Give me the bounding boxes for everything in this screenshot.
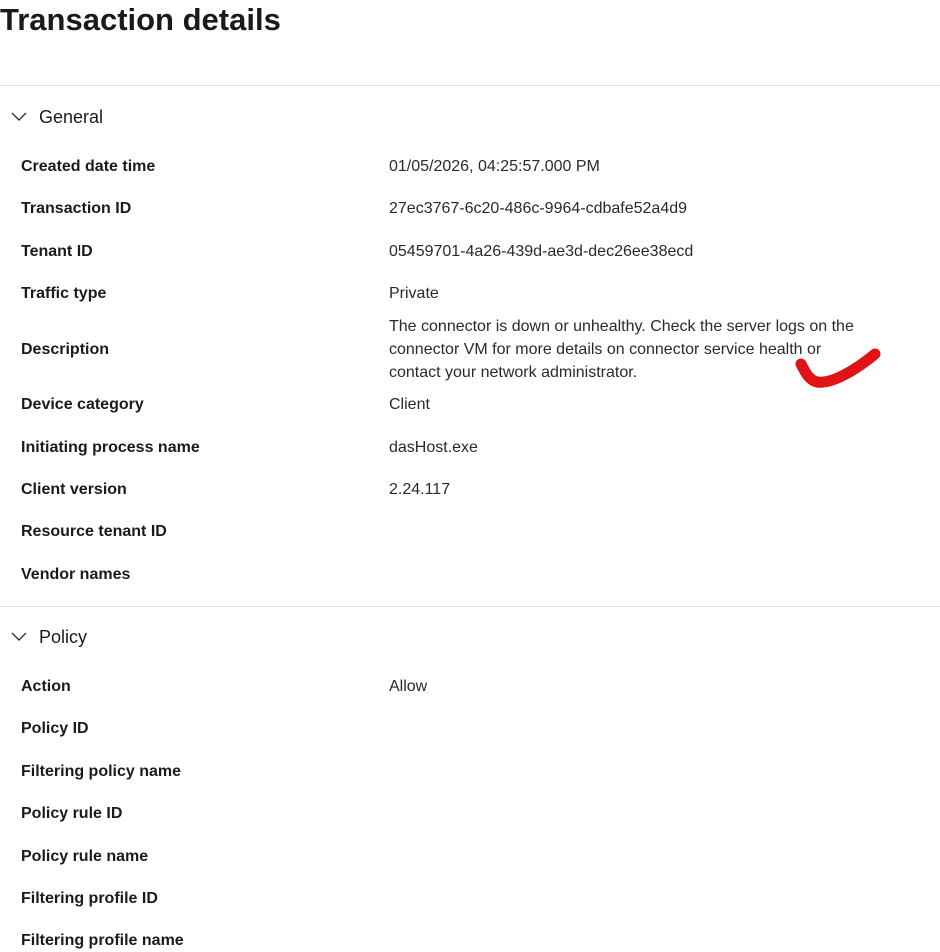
section-header-general[interactable]: General bbox=[10, 105, 103, 129]
field-label: Filtering profile name bbox=[21, 932, 184, 949]
field-value: 27ec3767-6c20-486c-9964-cdbafe52a4d9 bbox=[389, 200, 688, 217]
field-value: 05459701-4a26-439d-ae3d-dec26ee38ecd bbox=[389, 243, 694, 260]
chevron-down-icon bbox=[10, 628, 28, 646]
field-label: Policy ID bbox=[21, 720, 89, 737]
field-label: Created date time bbox=[21, 158, 156, 175]
field-label: Initiating process name bbox=[21, 439, 200, 456]
field-label: Description bbox=[21, 341, 110, 358]
field-label: Traffic type bbox=[21, 285, 107, 302]
field-label: Device category bbox=[21, 396, 144, 413]
section-title: General bbox=[39, 107, 104, 127]
field-label: Filtering profile ID bbox=[21, 890, 158, 907]
field-label: Policy rule name bbox=[21, 848, 149, 865]
field-value: 2.24.117 bbox=[389, 481, 451, 498]
field-value: The connector is down or unhealthy. Chec… bbox=[389, 318, 854, 381]
field-label: Policy rule ID bbox=[21, 805, 123, 822]
section-title: Policy bbox=[39, 627, 88, 647]
divider bbox=[0, 85, 940, 86]
field-label: Vendor names bbox=[21, 566, 131, 583]
page-title: Transaction details bbox=[0, 2, 281, 37]
field-value: dasHost.exe bbox=[389, 439, 478, 456]
field-label: Filtering policy name bbox=[21, 763, 182, 780]
field-label: Resource tenant ID bbox=[21, 523, 167, 540]
field-value: 01/05/2026, 04:25:57.000 PM bbox=[389, 158, 600, 175]
chevron-down-icon bbox=[10, 108, 28, 126]
field-value: Private bbox=[389, 285, 439, 302]
field-value: Client bbox=[389, 396, 430, 413]
section-header-policy[interactable]: Policy bbox=[10, 625, 87, 649]
field-value: Allow bbox=[389, 678, 428, 695]
divider bbox=[0, 606, 940, 607]
field-label: Action bbox=[21, 678, 71, 695]
field-label: Tenant ID bbox=[21, 243, 93, 260]
field-label: Transaction ID bbox=[21, 200, 132, 217]
field-label: Client version bbox=[21, 481, 127, 498]
